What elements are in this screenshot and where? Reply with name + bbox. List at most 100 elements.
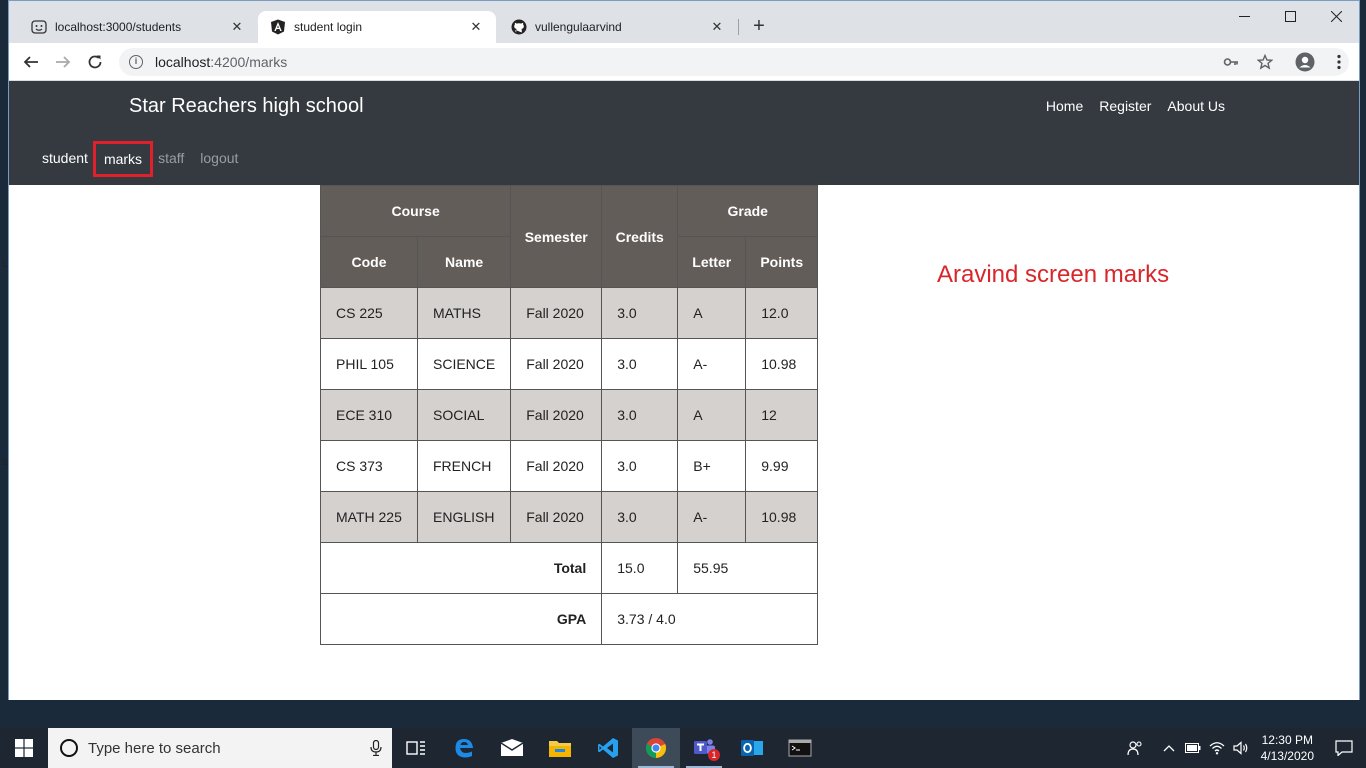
vscode-icon[interactable] xyxy=(584,728,632,768)
points-cell: 12.0 xyxy=(745,287,819,339)
credits-cell: 3.0 xyxy=(601,440,679,492)
browser-window: localhost:3000/students ✕ student login … xyxy=(8,0,1360,700)
course-code-cell: ECE 310 xyxy=(320,389,418,441)
close-icon[interactable]: ✕ xyxy=(709,19,725,35)
mail-icon[interactable] xyxy=(488,728,536,768)
code-header: Code xyxy=(320,236,418,288)
terminal-icon[interactable] xyxy=(776,728,824,768)
battery-icon[interactable] xyxy=(1181,728,1205,768)
credits-cell: 3.0 xyxy=(601,491,679,543)
nav-logout-link[interactable]: logout xyxy=(192,149,246,174)
header-row: Course Semester Credits Grade xyxy=(319,185,819,288)
total-credits-cell: 15.0 xyxy=(601,542,679,594)
nav-register-link[interactable]: Register xyxy=(1099,98,1151,114)
tab-strip: localhost:3000/students ✕ student login … xyxy=(9,1,1359,43)
course-code-cell: MATH 225 xyxy=(320,491,418,543)
url-host: localhost xyxy=(155,54,211,70)
menu-dots-icon[interactable] xyxy=(1327,48,1351,76)
tab-title: student login xyxy=(294,20,363,34)
people-icon[interactable] xyxy=(1123,728,1147,768)
credits-cell: 3.0 xyxy=(601,389,679,441)
points-cell: 9.99 xyxy=(745,440,819,492)
tab-students[interactable]: localhost:3000/students ✕ xyxy=(19,11,257,43)
file-explorer-icon[interactable] xyxy=(536,728,584,768)
course-code-cell: PHIL 105 xyxy=(320,338,418,390)
new-tab-button[interactable]: + xyxy=(747,15,771,39)
profile-icon[interactable] xyxy=(1293,48,1317,76)
course-name-cell: FRENCH xyxy=(416,440,512,492)
key-icon[interactable] xyxy=(1219,48,1243,76)
tab-title: vullengulaarvind xyxy=(535,20,622,34)
nav-marks-link[interactable]: marks xyxy=(92,141,154,177)
windows-start-icon[interactable] xyxy=(0,728,48,768)
teams-icon[interactable]: 1 xyxy=(680,728,728,768)
table-row: MATH 225 ENGLISH Fall 2020 3.0 A- 10.98 xyxy=(320,491,819,543)
course-name-cell: ENGLISH xyxy=(416,491,512,543)
table-row: CS 225 MATHS Fall 2020 3.0 A 12.0 xyxy=(320,287,819,339)
semester-cell: Fall 2020 xyxy=(510,338,603,390)
chevron-up-icon[interactable] xyxy=(1157,728,1181,768)
letter-cell: A xyxy=(677,287,747,339)
site-brand[interactable]: Star Reachers high school xyxy=(129,95,364,118)
smiley-favicon-icon xyxy=(31,19,47,35)
semester-cell: Fall 2020 xyxy=(510,491,603,543)
tab-github[interactable]: vullengulaarvind ✕ xyxy=(499,11,737,43)
table-row: ECE 310 SOCIAL Fall 2020 3.0 A 12 xyxy=(320,389,819,441)
credits-cell: 3.0 xyxy=(601,338,679,390)
points-header: Points xyxy=(745,236,819,288)
credits-header: Credits xyxy=(601,185,679,288)
nav-staff-link[interactable]: staff xyxy=(150,149,192,174)
maximize-button[interactable] xyxy=(1267,1,1313,31)
chrome-icon[interactable] xyxy=(632,728,680,768)
credits-cell: 3.0 xyxy=(601,287,679,339)
taskbar-clock[interactable]: 12:30 PM 4/13/2020 xyxy=(1261,732,1314,764)
course-code-cell: CS 225 xyxy=(320,287,418,339)
volume-icon[interactable] xyxy=(1229,728,1253,768)
gpa-value-cell: 3.73 / 4.0 xyxy=(601,593,819,645)
course-code-cell: CS 373 xyxy=(320,440,418,492)
course-name-cell: SCIENCE xyxy=(416,338,512,390)
close-icon[interactable]: ✕ xyxy=(468,19,484,35)
letter-cell: A- xyxy=(677,491,747,543)
nav-home-link[interactable]: Home xyxy=(1046,98,1083,114)
total-row: Total 15.0 55.95 xyxy=(319,542,819,594)
reload-icon[interactable] xyxy=(83,50,107,74)
points-cell: 10.98 xyxy=(745,338,819,390)
back-arrow-icon[interactable] xyxy=(19,50,43,74)
address-bar[interactable]: i localhost:4200/marks xyxy=(119,48,1349,76)
nav-about-link[interactable]: About Us xyxy=(1167,98,1225,114)
letter-cell: A- xyxy=(677,338,747,390)
task-view-icon[interactable] xyxy=(392,728,440,768)
notification-center-icon[interactable] xyxy=(1322,728,1366,768)
edge-browser-icon[interactable] xyxy=(440,728,488,768)
star-icon[interactable] xyxy=(1253,48,1277,76)
points-cell: 10.98 xyxy=(745,491,819,543)
close-icon[interactable]: ✕ xyxy=(229,19,245,35)
marks-table: Course Semester Credits Grade Code Name … xyxy=(319,185,819,645)
github-icon xyxy=(511,19,527,35)
site-navbar: Star Reachers high school Home Register … xyxy=(9,81,1359,185)
info-icon[interactable]: i xyxy=(129,55,143,69)
points-cell: 12 xyxy=(745,389,819,441)
minimize-button[interactable] xyxy=(1221,1,1267,31)
nav-student-link[interactable]: student xyxy=(34,149,96,174)
semester-cell: Fall 2020 xyxy=(510,389,603,441)
clock-time: 12:30 PM xyxy=(1261,733,1313,747)
close-window-button[interactable] xyxy=(1313,1,1359,31)
gpa-row: GPA 3.73 / 4.0 xyxy=(319,593,819,645)
browser-toolbar: i localhost:4200/marks xyxy=(9,43,1359,81)
wifi-icon[interactable] xyxy=(1205,728,1229,768)
cortana-icon xyxy=(60,739,78,757)
outlook-icon[interactable] xyxy=(728,728,776,768)
total-label: Total xyxy=(319,542,603,594)
url-path: :4200/marks xyxy=(210,54,288,70)
taskbar-search[interactable]: Type here to search xyxy=(48,728,392,768)
tab-student-login[interactable]: student login ✕ xyxy=(258,11,496,43)
course-name-cell: SOCIAL xyxy=(416,389,512,441)
semester-header: Semester xyxy=(510,185,603,288)
gpa-label: GPA xyxy=(319,593,603,645)
microphone-icon[interactable] xyxy=(370,739,382,761)
forward-arrow-icon[interactable] xyxy=(51,50,75,74)
angular-icon xyxy=(270,19,286,35)
grade-header: Grade xyxy=(677,185,819,237)
